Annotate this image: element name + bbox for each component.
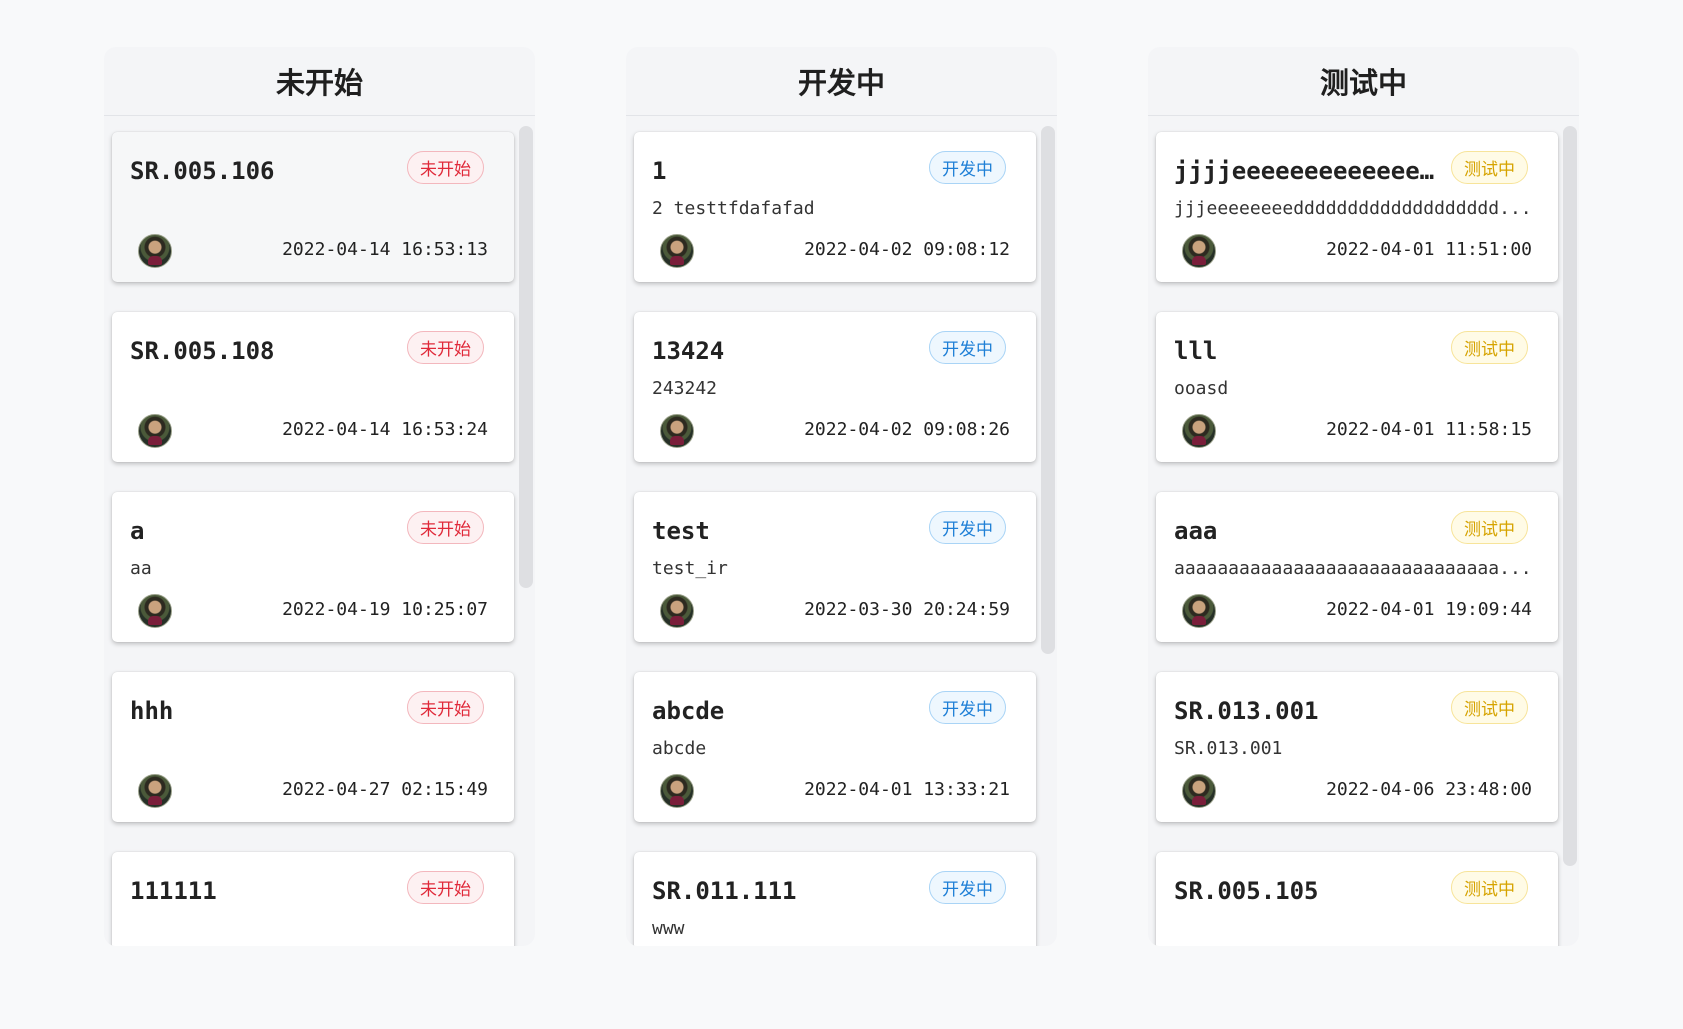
column-title: 开发中 bbox=[626, 47, 1057, 116]
card-description: 2 testtfdafafad bbox=[652, 198, 815, 219]
card-timestamp: 2022-04-19 10:25:07 bbox=[282, 599, 488, 620]
scrollbar[interactable] bbox=[519, 126, 533, 944]
card-description: aa bbox=[130, 558, 152, 579]
card-title: 1 bbox=[652, 157, 667, 185]
avatar bbox=[138, 234, 172, 268]
requirement-card[interactable]: abcde 开发中 abcde 2022-04-01 13:33:21 bbox=[634, 672, 1036, 822]
card-timestamp: 2022-04-02 09:08:12 bbox=[804, 239, 1010, 260]
column-scroll-area[interactable]: jjjjeeeeeeeeeeeee... 测试中 jjjeeeeeeeedddd… bbox=[1148, 116, 1579, 946]
kanban-board: 未开始 SR.005.106 未开始 2022-04-14 16:53:13 S… bbox=[0, 0, 1683, 1029]
requirement-card[interactable]: 13424 开发中 243242 2022-04-02 09:08:26 bbox=[634, 312, 1036, 462]
status-badge: 开发中 bbox=[929, 511, 1006, 544]
card-description: jjjeeeeeeeeddddddddddddddddddd... bbox=[1174, 198, 1532, 219]
column-title: 测试中 bbox=[1148, 47, 1579, 116]
card-timestamp: 2022-04-06 23:48:00 bbox=[1326, 779, 1532, 800]
card-title: abcde bbox=[652, 697, 725, 725]
requirement-card[interactable]: SR.005.108 未开始 2022-04-14 16:53:24 bbox=[112, 312, 514, 462]
avatar bbox=[1182, 234, 1216, 268]
status-badge: 未开始 bbox=[407, 511, 484, 544]
column-title: 未开始 bbox=[104, 47, 535, 116]
avatar bbox=[138, 414, 172, 448]
avatar bbox=[660, 594, 694, 628]
card-title: a bbox=[130, 517, 145, 545]
requirement-card[interactable]: test 开发中 test_ir 2022-03-30 20:24:59 bbox=[634, 492, 1036, 642]
card-title: SR.005.106 bbox=[130, 157, 275, 185]
card-title: SR.011.111 bbox=[652, 877, 797, 905]
requirement-card[interactable]: SR.011.111 开发中 www bbox=[634, 852, 1036, 946]
card-title: test bbox=[652, 517, 710, 545]
card-timestamp: 2022-04-14 16:53:13 bbox=[282, 239, 488, 260]
requirement-card[interactable]: hhh 未开始 2022-04-27 02:15:49 bbox=[112, 672, 514, 822]
avatar bbox=[660, 414, 694, 448]
card-timestamp: 2022-04-27 02:15:49 bbox=[282, 779, 488, 800]
column-in-testing: 测试中 jjjjeeeeeeeeeeeee... 测试中 jjjeeeeeeee… bbox=[1148, 47, 1579, 946]
card-description: www bbox=[652, 918, 685, 939]
requirement-card[interactable]: SR.005.106 未开始 2022-04-14 16:53:13 bbox=[112, 132, 514, 282]
requirement-card[interactable]: lll 测试中 ooasd 2022-04-01 11:58:15 bbox=[1156, 312, 1558, 462]
status-badge: 未开始 bbox=[407, 331, 484, 364]
scrollbar-thumb[interactable] bbox=[1563, 126, 1577, 866]
card-title: lll bbox=[1174, 337, 1218, 365]
status-badge: 开发中 bbox=[929, 871, 1006, 904]
requirement-card[interactable]: 1 开发中 2 testtfdafafad 2022-04-02 09:08:1… bbox=[634, 132, 1036, 282]
card-title: hhh bbox=[130, 697, 174, 725]
scrollbar-thumb[interactable] bbox=[519, 126, 533, 588]
requirement-card[interactable]: jjjjeeeeeeeeeeeee... 测试中 jjjeeeeeeeedddd… bbox=[1156, 132, 1558, 282]
card-description: aaaaaaaaaaaaaaaaaaaaaaaaaaaaaa... bbox=[1174, 558, 1532, 579]
card-timestamp: 2022-04-01 19:09:44 bbox=[1326, 599, 1532, 620]
column-not-started: 未开始 SR.005.106 未开始 2022-04-14 16:53:13 S… bbox=[104, 47, 535, 946]
status-badge: 未开始 bbox=[407, 691, 484, 724]
avatar bbox=[1182, 414, 1216, 448]
card-title: SR.005.105 bbox=[1174, 877, 1319, 905]
avatar bbox=[660, 774, 694, 808]
card-description: 243242 bbox=[652, 378, 718, 399]
status-badge: 开发中 bbox=[929, 691, 1006, 724]
requirement-card[interactable]: aaa 测试中 aaaaaaaaaaaaaaaaaaaaaaaaaaaaaa..… bbox=[1156, 492, 1558, 642]
column-scroll-area[interactable]: 1 开发中 2 testtfdafafad 2022-04-02 09:08:1… bbox=[626, 116, 1057, 946]
status-badge: 测试中 bbox=[1451, 331, 1528, 364]
scrollbar[interactable] bbox=[1563, 126, 1577, 944]
card-timestamp: 2022-03-30 20:24:59 bbox=[804, 599, 1010, 620]
card-title: aaa bbox=[1174, 517, 1218, 545]
avatar bbox=[138, 594, 172, 628]
card-timestamp: 2022-04-14 16:53:24 bbox=[282, 419, 488, 440]
status-badge: 开发中 bbox=[929, 151, 1006, 184]
card-title: jjjjeeeeeeeeeeeee... bbox=[1174, 157, 1444, 185]
avatar bbox=[660, 234, 694, 268]
card-title: SR.005.108 bbox=[130, 337, 275, 365]
status-badge: 未开始 bbox=[407, 871, 484, 904]
column-in-development: 开发中 1 开发中 2 testtfdafafad 2022-04-02 09:… bbox=[626, 47, 1057, 946]
card-title: 111111 bbox=[130, 877, 217, 905]
status-badge: 测试中 bbox=[1451, 691, 1528, 724]
card-timestamp: 2022-04-02 09:08:26 bbox=[804, 419, 1010, 440]
requirement-card[interactable]: SR.013.001 测试中 SR.013.001 2022-04-06 23:… bbox=[1156, 672, 1558, 822]
card-description: abcde bbox=[652, 738, 707, 759]
status-badge: 测试中 bbox=[1451, 151, 1528, 184]
avatar bbox=[1182, 774, 1216, 808]
avatar bbox=[1182, 594, 1216, 628]
status-badge: 开发中 bbox=[929, 331, 1006, 364]
card-timestamp: 2022-04-01 11:51:00 bbox=[1326, 239, 1532, 260]
requirement-card[interactable]: 111111 未开始 bbox=[112, 852, 514, 946]
card-description: ooasd bbox=[1174, 378, 1229, 399]
requirement-card[interactable]: a 未开始 aa 2022-04-19 10:25:07 bbox=[112, 492, 514, 642]
card-timestamp: 2022-04-01 13:33:21 bbox=[804, 779, 1010, 800]
status-badge: 测试中 bbox=[1451, 511, 1528, 544]
card-description: SR.013.001 bbox=[1174, 738, 1283, 759]
card-title: 13424 bbox=[652, 337, 725, 365]
status-badge: 未开始 bbox=[407, 151, 484, 184]
card-description: test_ir bbox=[652, 558, 728, 579]
card-timestamp: 2022-04-01 11:58:15 bbox=[1326, 419, 1532, 440]
column-scroll-area[interactable]: SR.005.106 未开始 2022-04-14 16:53:13 SR.00… bbox=[104, 116, 535, 946]
requirement-card[interactable]: SR.005.105 测试中 bbox=[1156, 852, 1558, 946]
scrollbar-thumb[interactable] bbox=[1041, 126, 1055, 654]
scrollbar[interactable] bbox=[1041, 126, 1055, 944]
avatar bbox=[138, 774, 172, 808]
card-title: SR.013.001 bbox=[1174, 697, 1319, 725]
status-badge: 测试中 bbox=[1451, 871, 1528, 904]
